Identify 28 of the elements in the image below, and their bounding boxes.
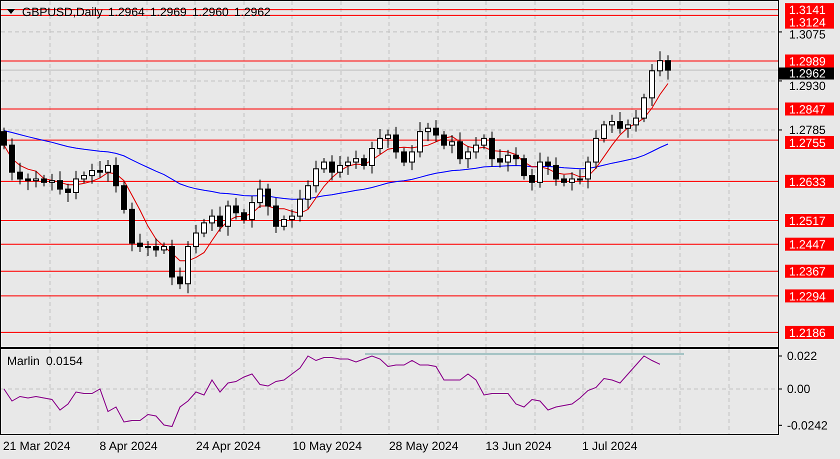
indicator-axis-label: 0.00 <box>787 382 810 396</box>
price-level-tag: 1.2447 <box>785 238 834 252</box>
indicator-name: Marlin <box>7 354 40 368</box>
price-axis-label: 1.2785 <box>789 122 826 137</box>
date-axis-label: 13 Jun 2024 <box>486 439 553 453</box>
price-level-tag: 1.2517 <box>785 214 834 228</box>
price-level-tag: 1.2367 <box>785 264 834 279</box>
date-axis-label: 24 Apr 2024 <box>196 439 262 453</box>
date-axis-label: 21 Mar 2024 <box>3 439 72 453</box>
price-level-tag: 1.2633 <box>785 174 834 189</box>
indicator-axis-label: -0.0242 <box>787 418 828 432</box>
price-axis-label: 1.2930 <box>789 79 826 93</box>
price-level-tag: 1.2186 <box>785 326 834 340</box>
price-level-tag: 1.3141 <box>785 3 834 18</box>
price-level-tag: 1.2755 <box>785 136 834 150</box>
date-axis-label: 8 Apr 2024 <box>100 439 159 453</box>
price-level-tag: 1.2847 <box>785 102 834 116</box>
price-axis-label: 1.3075 <box>789 28 826 42</box>
price-level-tag: 1.3124 <box>785 16 834 30</box>
price-level-tag: 1.2294 <box>785 289 834 304</box>
indicator-value: 0.0154 <box>46 354 83 368</box>
date-axis-label: 10 May 2024 <box>292 439 363 453</box>
price-level-tag: 1.2989 <box>785 54 834 68</box>
date-axis-label: 1 Jul 2024 <box>582 439 638 453</box>
current-price-tag: 1.2962 <box>779 66 834 80</box>
date-axis-label: 28 May 2024 <box>389 439 460 453</box>
dropdown-triangle-icon[interactable] <box>7 9 15 14</box>
indicator-axis-label: 0.022 <box>787 349 818 363</box>
